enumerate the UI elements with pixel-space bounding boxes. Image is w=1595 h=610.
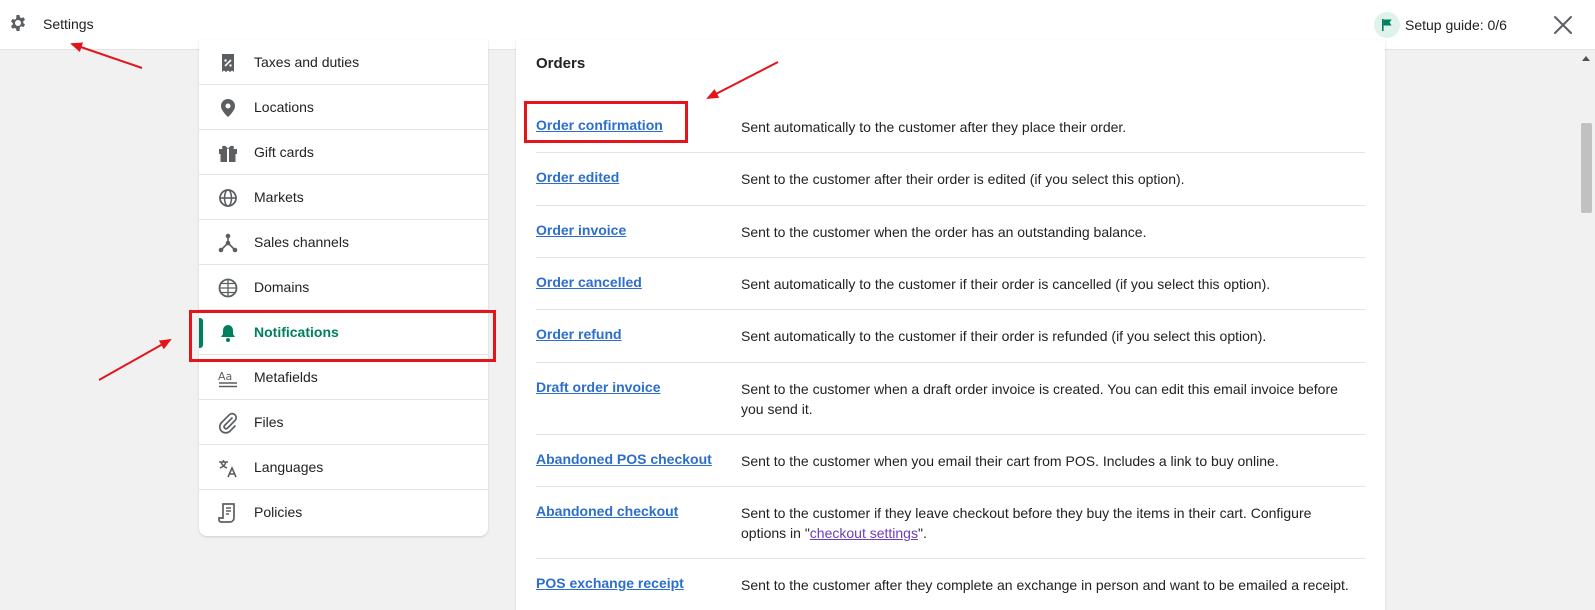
row-description: Sent automatically to the customer after… xyxy=(741,119,1127,135)
notification-row: Order cancelled Sent automatically to th… xyxy=(536,258,1365,310)
translate-icon xyxy=(219,460,237,478)
row-description: Sent to the customer when the order has … xyxy=(741,224,1147,240)
order-invoice-link[interactable]: Order invoice xyxy=(536,222,626,238)
sidebar-item-label: Gift cards xyxy=(254,144,314,160)
orders-heading: Orders xyxy=(536,55,586,72)
arrow xyxy=(98,339,172,381)
sidebar-item-label: Sales channels xyxy=(254,234,349,250)
receipt-icon xyxy=(222,54,234,72)
sidebar-item-sales-channels[interactable]: Sales channels xyxy=(199,220,488,265)
setup-guide-label: Setup guide: 0/6 xyxy=(1405,17,1507,33)
row-description: Sent to the customer after their order i… xyxy=(741,171,1185,187)
notification-row: POS exchange receipt Sent to the custome… xyxy=(536,559,1365,610)
sidebar-item-markets[interactable]: Markets xyxy=(199,175,488,220)
notification-row: Abandoned POS checkout Sent to the custo… xyxy=(536,435,1365,487)
sidebar-item-taxes-and-duties[interactable]: Taxes and duties xyxy=(199,40,488,85)
globe-icon xyxy=(219,189,237,207)
notification-row: Order confirmation Sent automatically to… xyxy=(536,101,1365,153)
checkout-settings-link[interactable]: checkout settings xyxy=(810,525,918,541)
policy-document-icon xyxy=(218,503,235,523)
row-description: Sent automatically to the customer if th… xyxy=(741,328,1267,344)
row-description: Sent automatically to the customer if th… xyxy=(741,276,1271,292)
row-description: Sent to the customer when a draft order … xyxy=(741,381,1338,417)
notification-row: Draft order invoice Sent to the customer… xyxy=(536,363,1365,435)
bell-icon xyxy=(221,325,235,342)
row-description: Sent to the customer after they complete… xyxy=(741,577,1349,593)
network-icon xyxy=(218,233,238,253)
settings-sidebar: Taxes and duties Locations Gift cards Ma… xyxy=(199,40,488,536)
sidebar-item-label: Domains xyxy=(254,279,310,295)
sidebar-item-label: Languages xyxy=(254,459,324,475)
scroll-up-arrow-icon[interactable] xyxy=(1582,56,1590,61)
sidebar-item-label: Markets xyxy=(254,189,304,205)
flag-icon xyxy=(1374,12,1400,38)
sidebar-item-label: Taxes and duties xyxy=(254,54,360,70)
scrollbar-thumb[interactable] xyxy=(1581,123,1592,213)
order-confirmation-link[interactable]: Order confirmation xyxy=(536,117,663,133)
sidebar-item-notifications[interactable]: Notifications xyxy=(199,310,488,355)
page-title: Settings xyxy=(43,16,94,32)
svg-text:Aa: Aa xyxy=(218,370,232,383)
sidebar-item-languages[interactable]: Languages xyxy=(199,445,488,490)
close-icon[interactable] xyxy=(1552,14,1574,36)
setup-guide-button[interactable]: Setup guide: 0/6 xyxy=(1374,12,1507,38)
sidebar-item-label: Notifications xyxy=(254,324,339,340)
globe-grid-icon xyxy=(218,278,238,298)
pos-exchange-receipt-link[interactable]: POS exchange receipt xyxy=(536,575,684,591)
order-edited-link[interactable]: Order edited xyxy=(536,169,619,185)
sidebar-item-label: Policies xyxy=(254,504,303,520)
sidebar-item-metafields[interactable]: Aa Metafields xyxy=(199,355,488,400)
sidebar-item-label: Metafields xyxy=(254,369,318,385)
sidebar-item-gift-cards[interactable]: Gift cards xyxy=(199,130,488,175)
active-indicator xyxy=(199,318,203,348)
sidebar-item-label: Locations xyxy=(254,99,314,115)
abandoned-pos-checkout-link[interactable]: Abandoned POS checkout xyxy=(536,451,712,467)
notification-row: Order refund Sent automatically to the c… xyxy=(536,310,1365,363)
sidebar-item-domains[interactable]: Domains xyxy=(199,265,488,310)
notification-row: Abandoned checkout Sent to the customer … xyxy=(536,487,1365,559)
order-cancelled-link[interactable]: Order cancelled xyxy=(536,274,642,290)
notification-row: Order edited Sent to the customer after … xyxy=(536,153,1365,206)
draft-order-invoice-link[interactable]: Draft order invoice xyxy=(536,379,660,395)
order-refund-link[interactable]: Order refund xyxy=(536,326,622,342)
orders-panel: Orders Order confirmation Sent automatic… xyxy=(516,40,1385,610)
sidebar-item-policies[interactable]: Policies xyxy=(199,490,488,535)
sidebar-item-locations[interactable]: Locations xyxy=(199,85,488,130)
gift-icon xyxy=(219,145,237,162)
notification-row: Order invoice Sent to the customer when … xyxy=(536,206,1365,258)
location-pin-icon xyxy=(221,99,235,117)
sidebar-item-files[interactable]: Files xyxy=(199,400,488,445)
row-description: Sent to the customer if they leave check… xyxy=(741,505,1312,541)
page-scrollbar[interactable] xyxy=(1578,50,1595,610)
paperclip-icon xyxy=(218,412,238,434)
row-description: Sent to the customer when you email thei… xyxy=(741,453,1279,469)
sidebar-item-label: Files xyxy=(254,414,284,430)
abandoned-checkout-link[interactable]: Abandoned checkout xyxy=(536,503,678,519)
metafields-icon: Aa xyxy=(218,370,237,388)
gear-icon[interactable] xyxy=(8,13,28,33)
